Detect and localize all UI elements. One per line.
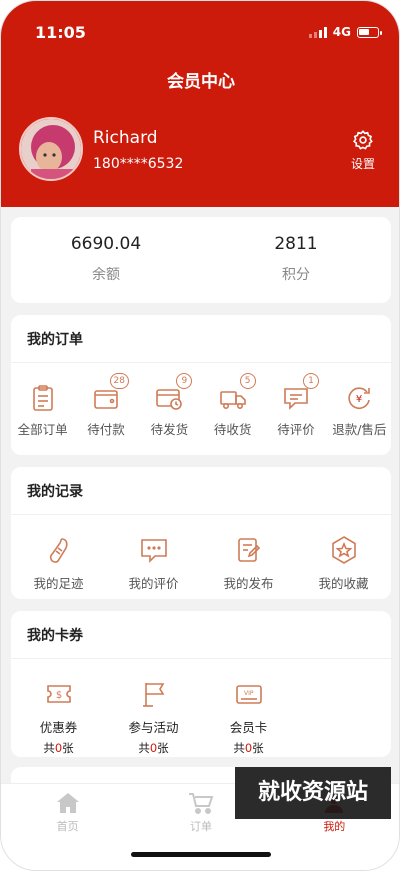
record-favorites[interactable]: 我的收藏 [296,535,391,592]
coupons-title: 我的卡券 [11,611,391,659]
activity-label: 参与活动 [128,720,179,735]
tab-me-label: 我的 [323,820,346,833]
member-card-count-suffix: 张 [252,741,264,755]
member-card-item[interactable]: VIP 会员卡 共0张 [201,679,296,756]
svg-text:VIP: VIP [244,690,254,697]
tab-home-label: 首页 [56,820,79,833]
order-to-ship-label: 待发货 [150,422,189,437]
star-icon [331,536,356,564]
settings-label: 设置 [350,157,375,171]
order-unpaid[interactable]: 28 待付款 [74,373,137,438]
orders-card: 我的订单 全部订单 28 待付款 9 待发货 5 待收货 1 待评价 ¥ 退款/… [11,315,391,455]
member-card-count: 共0张 [233,740,263,756]
coupon-item[interactable]: $ 优惠券 共0张 [11,679,106,756]
order-to-review-label: 待评价 [277,422,315,437]
member-card-count-prefix: 共 [233,741,245,755]
record-footprint-label: 我的足迹 [33,576,84,591]
coupon-count-prefix: 共 [43,741,55,755]
activity-count-prefix: 共 [138,741,150,755]
home-icon [56,793,79,813]
flag-icon [142,683,164,707]
avatar[interactable] [19,117,83,181]
activity-count: 共0张 [138,740,168,756]
order-to-review[interactable]: 1 待评价 [264,373,327,438]
phone-screen: 11:05 4G 会员中心 Richard 180****6532 设置 669… [0,0,400,871]
activity-item[interactable]: 参与活动 共0张 [106,679,201,756]
records-title: 我的记录 [11,467,391,515]
edit-doc-icon [237,538,260,562]
tab-orders-label: 订单 [189,820,212,833]
activity-count-suffix: 张 [157,741,169,755]
balance-value: 6690.04 [70,234,142,254]
balance-label: 余额 [92,267,120,283]
order-to-ship[interactable]: 9 待发货 [138,373,201,438]
order-refund[interactable]: ¥ 退款/售后 [328,383,391,438]
signal-icon [308,26,327,38]
home-indicator[interactable] [131,852,271,857]
to-review-badge: 1 [302,373,319,389]
order-unpaid-label: 待付款 [87,422,125,437]
record-reviews-label: 我的评价 [128,576,179,591]
coupons-row: $ 优惠券 共0张 参与活动 共0张 VIP 会员卡 共0张 [11,659,296,756]
balance-stat[interactable]: 6690.04 余额 [11,217,201,303]
settings-button[interactable]: 设置 [351,129,375,172]
coupon-count: 共0张 [43,740,73,756]
to-ship-badge: 9 [176,373,193,389]
record-posts[interactable]: 我的发布 [201,535,296,592]
points-label: 积分 [282,267,310,283]
cart-icon [188,793,214,814]
order-refund-label: 退款/售后 [332,422,387,437]
network-label: 4G [332,25,351,39]
svg-text:$: $ [55,690,61,701]
vip-card-icon: VIP [235,685,262,704]
member-header: 11:05 4G 会员中心 Richard 180****6532 设置 [1,1,399,207]
record-footprint[interactable]: 我的足迹 [11,535,106,592]
orders-title: 我的订单 [11,315,391,363]
order-all-label: 全部订单 [17,422,68,437]
record-posts-label: 我的发布 [223,576,274,591]
tab-home[interactable]: 首页 [1,784,134,870]
page-title: 会员中心 [167,72,235,92]
to-receive-badge: 5 [239,373,256,389]
status-indicators: 4G [308,25,382,39]
watermark-overlay: 就收资源站 [235,767,391,819]
svg-text:¥: ¥ [356,394,362,405]
coupon-label: 优惠券 [39,720,78,735]
points-value: 2811 [274,234,318,254]
record-favorites-label: 我的收藏 [318,576,369,591]
order-to-receive-label: 待收货 [213,422,252,437]
records-row: 我的足迹 我的评价 我的发布 我的收藏 [11,515,391,592]
unpaid-badge: 28 [109,373,129,389]
coupon-icon: $ [46,685,71,703]
member-card-label: 会员卡 [229,720,268,735]
record-reviews[interactable]: 我的评价 [106,535,201,592]
coupons-card: 我的卡券 $ 优惠券 共0张 参与活动 共0张 VIP 会员卡 共0张 [11,611,391,757]
orders-row: 全部订单 28 待付款 9 待发货 5 待收货 1 待评价 ¥ 退款/售后 [11,363,391,438]
refund-icon: ¥ [348,387,371,409]
chat-icon [140,539,167,563]
coupon-count-suffix: 张 [62,741,74,755]
user-name: Richard [93,128,158,148]
balance-card: 6690.04 余额 2811 积分 [11,217,391,303]
status-time: 11:05 [35,23,86,42]
footprint-icon [49,538,68,563]
clipboard-icon [32,385,53,411]
gear-icon [352,130,373,150]
battery-icon [357,26,382,38]
records-card: 我的记录 我的足迹 我的评价 我的发布 我的收藏 [11,467,391,599]
points-stat[interactable]: 2811 积分 [201,217,391,303]
user-phone: 180****6532 [93,156,184,172]
order-to-receive[interactable]: 5 待收货 [201,373,264,438]
order-all[interactable]: 全部订单 [11,383,74,438]
